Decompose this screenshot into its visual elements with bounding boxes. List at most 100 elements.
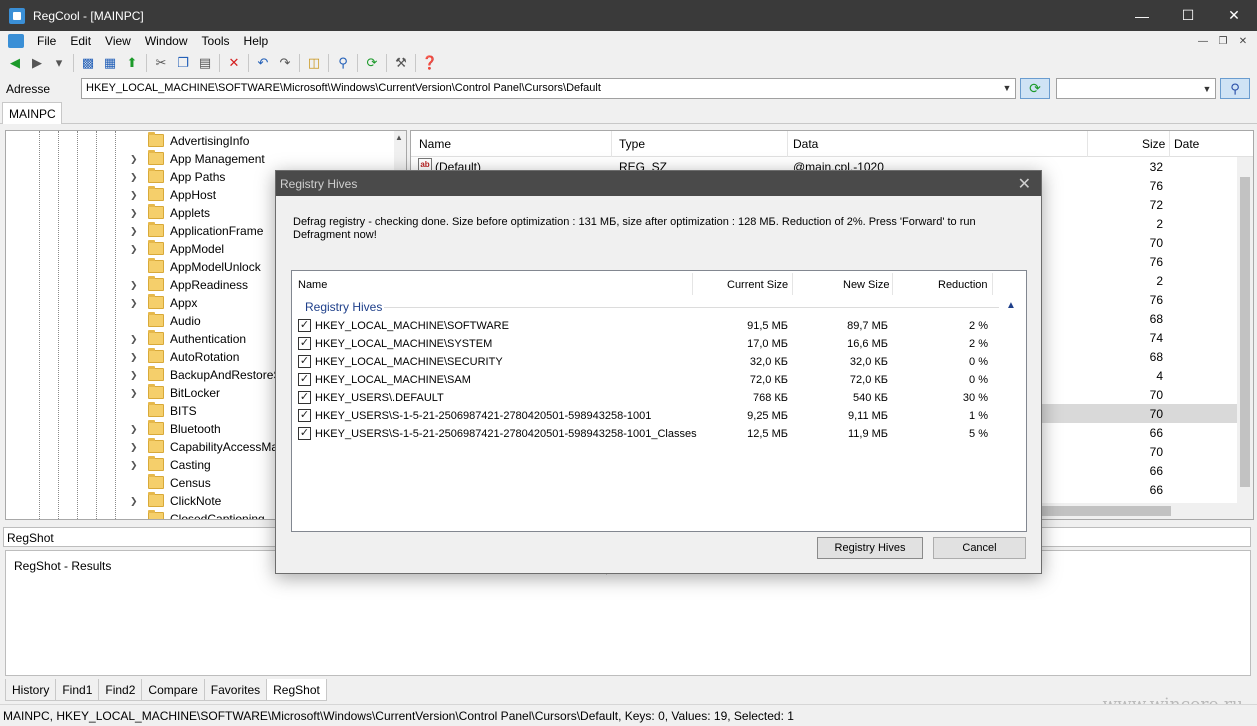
copy-icon[interactable]: ❐ [172,53,194,73]
help-icon[interactable]: ❓ [419,53,441,73]
regcool-app-icon[interactable] [9,7,25,24]
expand-chevron-icon[interactable]: ❯ [130,154,138,165]
maximize-button[interactable]: ☐ [1165,0,1211,31]
redo-icon[interactable]: ↷ [274,53,296,73]
delete-icon[interactable]: ✕ [223,53,245,73]
hives-column-current-size[interactable]: Current Size [727,279,788,291]
forward-icon[interactable]: ▶ [26,53,48,73]
column-separator[interactable] [611,131,612,157]
close-button[interactable]: ✕ [1211,0,1257,31]
open-folder-icon[interactable]: ◫ [303,53,325,73]
mdi-minimize-button[interactable]: — [1195,34,1211,48]
dialog-title-bar[interactable]: Registry Hives ✕ [276,171,1041,196]
hive-checkbox[interactable]: ✓ [298,337,311,350]
hive-checkbox[interactable]: ✓ [298,373,311,386]
scroll-thumb[interactable] [1240,177,1250,487]
menu-help[interactable]: Help [237,34,276,48]
tree-item[interactable]: ❯ App Management [6,150,396,168]
expand-chevron-icon[interactable]: ❯ [130,424,138,435]
hive-row[interactable]: ✓ HKEY_LOCAL_MACHINE\SAM 72,0 КБ 72,0 КБ 0 % [292,371,1026,389]
find-icon[interactable]: ⚲ [332,53,354,73]
expand-chevron-icon[interactable]: ❯ [130,442,138,453]
column-type[interactable]: Type [619,137,645,151]
expand-chevron-icon[interactable]: ❯ [130,460,138,471]
hive-checkbox[interactable]: ✓ [298,319,311,332]
expand-chevron-icon[interactable]: ❯ [130,352,138,363]
back-icon[interactable]: ◀ [4,53,26,73]
mdi-close-button[interactable]: ✕ [1235,34,1251,48]
expand-chevron-icon[interactable]: ❯ [130,370,138,381]
hives-list[interactable]: Name Current Size New Size Reduction Reg… [291,270,1027,532]
expand-chevron-icon[interactable]: ❯ [130,388,138,399]
hive-row[interactable]: ✓ HKEY_USERS\S-1-5-21-2506987421-27804205… [292,425,1026,443]
hive-checkbox[interactable]: ✓ [298,409,311,422]
column-separator[interactable] [892,273,893,295]
tab-favorites[interactable]: Favorites [203,679,268,701]
search-dropdown-icon[interactable]: ▼ [1199,79,1215,98]
collapse-chevron-icon[interactable]: ▲ [1006,300,1016,311]
refresh-icon[interactable]: ⟳ [361,53,383,73]
connect-computer-icon[interactable]: ▩ [77,53,99,73]
expand-chevron-icon[interactable]: ❯ [130,496,138,507]
hive-row[interactable]: ✓ HKEY_USERS\S-1-5-21-2506987421-27804205… [292,407,1026,425]
hive-checkbox[interactable]: ✓ [298,391,311,404]
expand-chevron-icon[interactable]: ❯ [130,334,138,345]
expand-chevron-icon[interactable]: ❯ [130,280,138,291]
registry-hives-button[interactable]: Registry Hives [817,537,923,559]
address-dropdown-icon[interactable]: ▼ [999,79,1015,98]
menu-view[interactable]: View [98,34,138,48]
mdi-restore-button[interactable]: ❐ [1215,34,1231,48]
hives-column-reduction[interactable]: Reduction [938,279,988,291]
column-separator[interactable] [1087,131,1088,157]
column-date[interactable]: Date [1174,137,1199,151]
search-button[interactable]: ⚲ [1220,78,1250,99]
hive-checkbox[interactable]: ✓ [298,427,311,440]
undo-icon[interactable]: ↶ [252,53,274,73]
column-separator[interactable] [1169,131,1170,157]
expand-chevron-icon[interactable]: ❯ [130,190,138,201]
column-name[interactable]: Name [419,137,451,151]
go-up-icon[interactable]: ⬆ [121,53,143,73]
cancel-button[interactable]: Cancel [933,537,1026,559]
minimize-button[interactable]: — [1119,0,1165,31]
history-dropdown-icon[interactable]: ▾ [48,53,70,73]
search-combo[interactable]: ▼ [1056,78,1216,99]
column-separator[interactable] [992,273,993,295]
tab-compare[interactable]: Compare [141,679,205,701]
column-data[interactable]: Data [793,137,818,151]
hives-column-name[interactable]: Name [298,279,327,291]
hives-column-new-size[interactable]: New Size [843,279,889,291]
values-vertical-scrollbar[interactable] [1237,157,1253,505]
go-address-button[interactable]: ⟳ [1020,78,1050,99]
expand-chevron-icon[interactable]: ❯ [130,172,138,183]
paste-icon[interactable]: ▤ [194,53,216,73]
cut-icon[interactable]: ✂ [150,53,172,73]
expand-chevron-icon[interactable]: ❯ [130,226,138,237]
address-input[interactable]: HKEY_LOCAL_MACHINE\SOFTWARE\Microsoft\Wi… [81,78,1016,99]
hive-row[interactable]: ✓ HKEY_USERS\.DEFAULT 768 КБ 540 КБ 30 % [292,389,1026,407]
hive-row[interactable]: ✓ HKEY_LOCAL_MACHINE\SYSTEM 17,0 МБ 16,6 МБ… [292,335,1026,353]
document-icon[interactable] [8,34,24,48]
menu-tools[interactable]: Tools [195,34,237,48]
expand-chevron-icon[interactable]: ❯ [130,298,138,309]
column-separator[interactable] [792,273,793,295]
column-separator[interactable] [787,131,788,157]
network-icon[interactable]: ▦ [99,53,121,73]
column-size[interactable]: Size [1142,137,1165,151]
tab-history[interactable]: History [5,679,57,701]
scroll-up-icon[interactable]: ▲ [395,133,403,142]
column-separator[interactable] [692,273,693,295]
tab-regshot[interactable]: RegShot [266,679,327,701]
tree-item[interactable]: AdvertisingInfo [6,132,396,150]
hive-checkbox[interactable]: ✓ [298,355,311,368]
tab-find2[interactable]: Find2 [98,679,143,701]
tab-mainpc[interactable]: MAINPC [2,102,62,124]
hive-row[interactable]: ✓ HKEY_LOCAL_MACHINE\SOFTWARE 91,5 МБ 89,7 … [292,317,1026,335]
expand-chevron-icon[interactable]: ❯ [130,244,138,255]
dialog-close-icon[interactable]: ✕ [1018,174,1031,194]
menu-edit[interactable]: Edit [63,34,98,48]
tab-find1[interactable]: Find1 [55,679,100,701]
tools-icon[interactable]: ⚒ [390,53,412,73]
hive-row[interactable]: ✓ HKEY_LOCAL_MACHINE\SECURITY 32,0 КБ 32,0 … [292,353,1026,371]
menu-window[interactable]: Window [138,34,195,48]
